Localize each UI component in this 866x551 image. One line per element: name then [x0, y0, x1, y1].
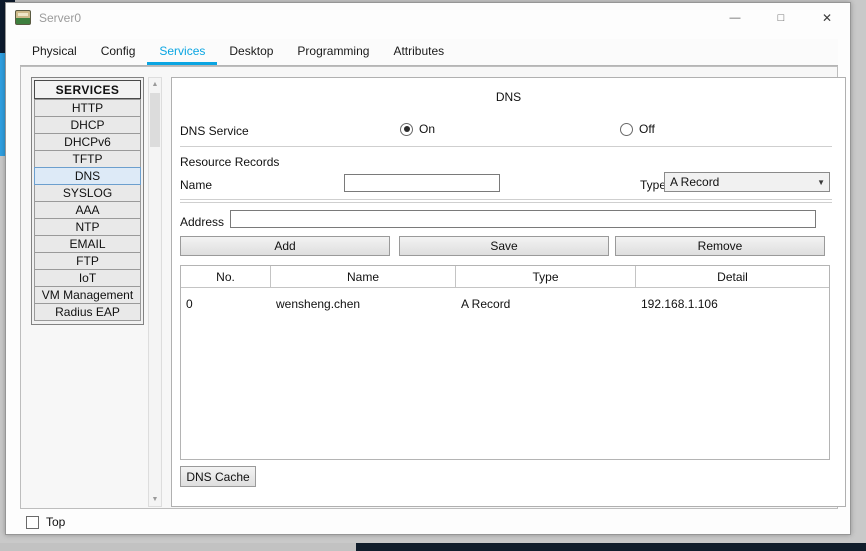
tab-desktop[interactable]: Desktop: [217, 39, 285, 65]
col-header-detail[interactable]: Detail: [636, 266, 829, 287]
radio-on-label: On: [419, 122, 436, 136]
sidebar-item-syslog[interactable]: SYSLOG: [34, 184, 141, 202]
remove-button[interactable]: Remove: [615, 236, 825, 256]
dns-service-label: DNS Service: [180, 124, 249, 138]
taskbar-segment: [0, 543, 356, 551]
divider: [180, 202, 832, 203]
top-checkbox[interactable]: [26, 515, 39, 529]
cell-no: 0: [186, 297, 193, 311]
address-input[interactable]: [230, 210, 816, 228]
resource-records-label: Resource Records: [180, 155, 280, 169]
scroll-down-icon[interactable]: ▼: [149, 493, 161, 506]
table-header-row: No. Name Type Detail: [181, 266, 829, 288]
scroll-up-icon[interactable]: ▲: [149, 78, 161, 91]
sidebar-item-dhcp[interactable]: DHCP: [34, 116, 141, 134]
top-checkbox-label: Top: [46, 515, 66, 529]
dns-panel: DNS DNS Service On Off Resource Records …: [171, 77, 846, 507]
tab-programming[interactable]: Programming: [285, 39, 381, 65]
sidebar-item-tftp[interactable]: TFTP: [34, 150, 141, 168]
window-title: Server0: [39, 11, 82, 25]
col-header-name[interactable]: Name: [271, 266, 456, 287]
type-select[interactable]: A Record ▼: [664, 172, 830, 192]
close-icon[interactable]: ✕: [804, 3, 850, 33]
sidebar-item-radius-eap[interactable]: Radius EAP: [34, 303, 141, 321]
tab-physical[interactable]: Physical: [20, 39, 89, 65]
sidebar-item-email[interactable]: EMAIL: [34, 235, 141, 253]
maximize-icon[interactable]: □: [758, 3, 804, 33]
name-label: Name: [180, 178, 213, 192]
sidebar-item-aaa[interactable]: AAA: [34, 201, 141, 219]
type-selected-value: A Record: [670, 175, 720, 189]
tab-bar: Physical Config Services Desktop Program…: [20, 39, 838, 66]
sidebar-item-ntp[interactable]: NTP: [34, 218, 141, 236]
tab-services[interactable]: Services: [147, 39, 218, 65]
add-button[interactable]: Add: [180, 236, 390, 256]
server-icon: [15, 10, 31, 25]
panel-title: DNS: [495, 90, 522, 104]
sidebar-item-iot[interactable]: IoT: [34, 269, 141, 287]
chevron-down-icon: ▼: [817, 177, 825, 187]
titlebar[interactable]: Server0 — □ ✕: [6, 3, 850, 33]
sidebar-item-http[interactable]: HTTP: [34, 99, 141, 117]
minimize-icon[interactable]: —: [712, 3, 758, 33]
cell-type: A Record: [461, 297, 511, 311]
dns-off-radio[interactable]: Off: [620, 122, 655, 136]
cell-detail: 192.168.1.106: [641, 297, 718, 311]
save-button[interactable]: Save: [399, 236, 609, 256]
server0-window: Server0 — □ ✕ Physical Config Services D…: [5, 2, 851, 535]
services-sidebar: SERVICES HTTP DHCP DHCPv6 TFTP DNS SYSLO…: [31, 77, 144, 325]
sidebar-scrollbar[interactable]: ▲ ▼: [148, 77, 162, 507]
radio-off-icon: [620, 122, 633, 136]
sidebar-item-dns[interactable]: DNS: [34, 167, 141, 185]
table-row[interactable]: 0 wensheng.chen A Record 192.168.1.106: [181, 288, 829, 314]
scrollbar-thumb[interactable]: [150, 93, 160, 147]
cell-name: wensheng.chen: [276, 297, 361, 311]
name-input[interactable]: [344, 174, 500, 192]
dns-cache-button[interactable]: DNS Cache: [180, 466, 256, 487]
col-header-type[interactable]: Type: [456, 266, 636, 287]
radio-on-icon: [400, 122, 413, 136]
sidebar-item-dhcpv6[interactable]: DHCPv6: [34, 133, 141, 151]
tab-config[interactable]: Config: [89, 39, 148, 65]
address-label: Address: [180, 215, 225, 229]
top-checkbox-row: Top: [26, 515, 65, 529]
radio-dot: [403, 126, 410, 132]
taskbar: [0, 543, 866, 551]
sidebar-header: SERVICES: [34, 80, 141, 99]
type-label: Type: [640, 178, 667, 192]
col-header-no[interactable]: No.: [181, 266, 271, 287]
window-controls: — □ ✕: [712, 3, 850, 33]
divider: [180, 146, 832, 147]
radio-off-label: Off: [639, 122, 655, 136]
tab-attributes[interactable]: Attributes: [381, 39, 456, 65]
sidebar-item-ftp[interactable]: FTP: [34, 252, 141, 270]
sidebar-item-vm-management[interactable]: VM Management: [34, 286, 141, 304]
dns-on-radio[interactable]: On: [400, 122, 435, 136]
resource-records-table: No. Name Type Detail 0 wensheng.chen A R…: [180, 265, 830, 460]
divider: [180, 199, 832, 200]
